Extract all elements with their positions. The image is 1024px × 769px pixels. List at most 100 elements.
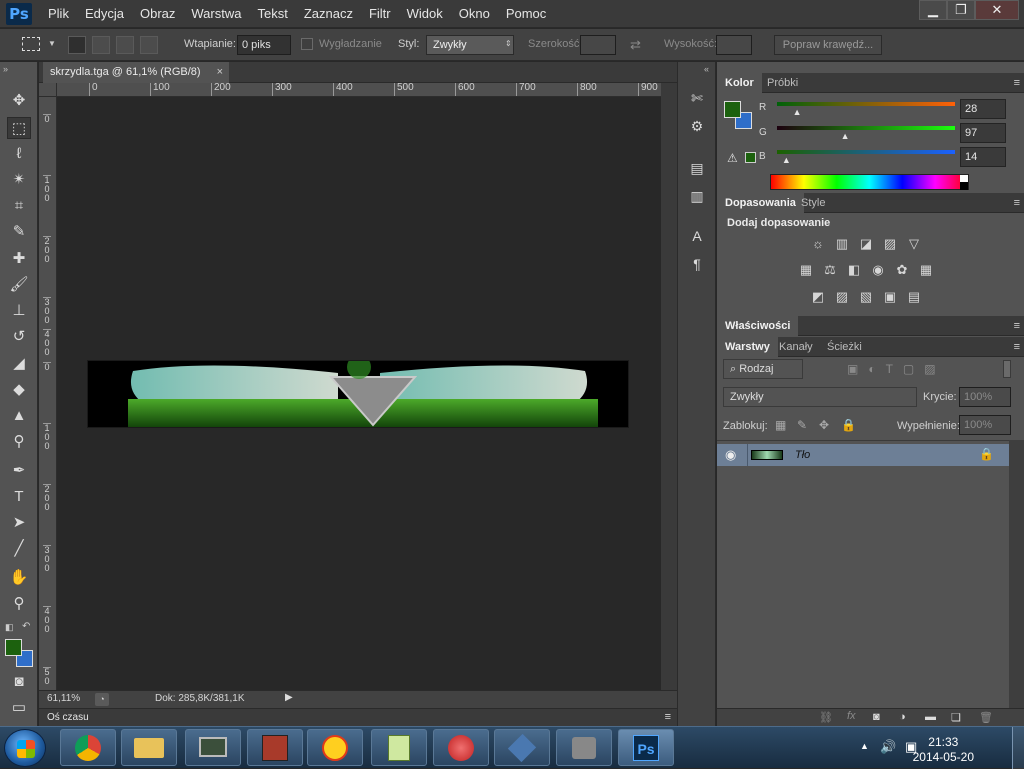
blur-tool-icon[interactable]: ▲ [7,405,31,427]
hue-saturation-icon[interactable]: ▦ [797,262,815,278]
rect-marquee-icon[interactable] [22,37,40,51]
photo-filter-icon[interactable]: ◉ [869,262,887,278]
tab-styles[interactable]: Style [793,193,833,213]
move-tool-icon[interactable]: ✥ [7,90,31,112]
dodge-tool-icon[interactable]: ⚲ [7,431,31,453]
layer-filter-icons[interactable]: ▣◐T▢▨ [847,362,946,376]
lasso-tool-icon[interactable]: ℓ [7,143,31,165]
eraser-tool-icon[interactable]: ◢ [7,353,31,375]
status-menu-arrow-icon[interactable]: ▶ [285,692,293,703]
tab-properties[interactable]: Właściwości [717,316,799,336]
style-select[interactable]: Zwykły [426,35,514,55]
channel-r-input[interactable]: 28 [960,99,1006,119]
vertical-scrollbar[interactable] [661,83,677,690]
layer-style-icon[interactable]: fx [847,710,856,722]
channel-b-knob[interactable]: ▲ [782,155,791,165]
opacity-input[interactable]: 100% [959,387,1011,407]
lock-pixels-icon[interactable]: ✎ [797,418,807,432]
panel-menu-icon[interactable]: ≡ [1014,197,1020,209]
tab-color[interactable]: Kolor [717,73,762,93]
subtract-selection-icon[interactable] [116,36,134,54]
status-options-icon[interactable]: ◔ [95,693,109,706]
start-button[interactable] [4,729,46,767]
tray-expand-icon[interactable]: ▲ [860,741,869,751]
menu-file[interactable]: Plik [40,0,77,28]
menu-filter[interactable]: Filtr [361,0,399,28]
channel-r-slider[interactable] [777,102,955,106]
taskbar-spiral-app[interactable] [433,729,489,766]
brightness-contrast-icon[interactable]: ☼ [809,236,827,252]
channel-mixer-icon[interactable]: ✿ [893,262,911,278]
restore-button[interactable]: ❐ [947,0,975,20]
foreground-color-swatch[interactable] [5,639,22,656]
menu-select[interactable]: Zaznacz [296,0,361,28]
swap-icon[interactable]: ⇄ [630,37,641,53]
add-selection-icon[interactable] [92,36,110,54]
panel-menu-icon[interactable]: ≡ [1014,320,1020,332]
vertical-ruler[interactable]: 0 1 0 0 2 0 0 3 0 0 4 0 0 0 1 0 0 2 0 0 … [39,97,57,690]
add-mask-icon[interactable]: ◙ [873,711,880,723]
vibrance-icon[interactable]: ▽ [905,236,923,252]
volume-icon[interactable]: 🔊 [880,739,896,755]
paint-bucket-tool-icon[interactable]: ◆ [7,379,31,401]
taskbar-photoshop[interactable]: Ps [618,729,674,766]
layer-filter-select[interactable]: ⌕ Rodzaj [723,359,803,379]
minimize-button[interactable]: ▁ [919,0,947,20]
gamut-warning-icon[interactable]: ⚠ [727,151,738,165]
path-selection-tool-icon[interactable]: ➤ [7,512,31,534]
levels-icon[interactable]: ▥ [833,236,851,252]
height-input[interactable] [716,35,752,55]
delete-layer-icon[interactable]: 🗑 [979,711,993,724]
black-white-icon[interactable]: ◧ [845,262,863,278]
filter-toggle[interactable] [1003,360,1011,378]
layers-scrollbar[interactable] [1009,440,1024,710]
swap-colors-icon[interactable]: ↶ [22,621,30,632]
layer-name[interactable]: Tło [795,449,810,461]
menu-edit[interactable]: Edycja [77,0,132,28]
menu-image[interactable]: Obraz [132,0,183,28]
system-clock[interactable]: 21:33 2014-05-20 [913,735,974,765]
quick-mask-icon[interactable]: ◙ [7,671,31,693]
posterize-icon[interactable]: ▨ [833,289,851,305]
curves-icon[interactable]: ◪ [857,236,875,252]
pen-tool-icon[interactable]: ✒ [7,460,31,482]
new-selection-icon[interactable] [68,36,86,54]
history-brush-tool-icon[interactable]: ↺ [7,326,31,348]
panel-menu-icon[interactable]: ≡ [1014,77,1020,89]
zoom-tool-icon[interactable]: ⚲ [7,593,31,615]
horizontal-ruler[interactable]: 0 100 200 300 400 500 600 700 800 900 [57,83,661,97]
taskbar-monitor[interactable] [185,729,241,766]
exposure-icon[interactable]: ▨ [881,236,899,252]
fill-input[interactable]: 100% [959,415,1011,435]
marquee-tool-icon[interactable]: ⬚ [7,117,31,139]
magic-wand-tool-icon[interactable]: ✴ [7,169,31,191]
taskbar-game[interactable] [247,729,303,766]
new-layer-icon[interactable]: ❏ [951,711,961,724]
web-safe-swatch[interactable] [745,152,756,163]
width-input[interactable] [580,35,616,55]
color-spectrum-bar[interactable] [770,174,969,190]
link-layers-icon[interactable]: ⛓ [819,711,833,724]
character-panel-icon[interactable]: A [686,226,708,246]
close-tab-icon[interactable]: × [217,62,223,83]
menu-type[interactable]: Tekst [249,0,295,28]
taskbar-explorer[interactable] [121,729,177,766]
taskbar-notepad[interactable] [371,729,427,766]
document-tab[interactable]: skrzydla.tga @ 61,1% (RGB/8) × [43,62,229,83]
color-foreground-swatch[interactable] [724,101,741,118]
collapse-toolbar-icon[interactable]: » [3,64,8,74]
invert-icon[interactable]: ◩ [809,289,827,305]
menu-layer[interactable]: Warstwa [183,0,249,28]
expand-panels-icon[interactable]: « [704,64,709,74]
tab-layers[interactable]: Warstwy [717,337,778,357]
default-colors-icon[interactable]: ◧ [5,622,14,633]
gradient-map-icon[interactable]: ▤ [905,289,923,305]
chevron-down-icon[interactable]: ▼ [48,39,56,48]
clone-stamp-tool-icon[interactable]: ⊥ [7,300,31,322]
type-tool-icon[interactable]: T [7,486,31,508]
timeline-panel[interactable]: Oś czasu ≡ [39,708,677,726]
color-balance-icon[interactable]: ⚖ [821,262,839,278]
menu-window[interactable]: Okno [451,0,498,28]
menu-help[interactable]: Pomoc [498,0,554,28]
new-adjustment-layer-icon[interactable]: ◑ [899,711,906,723]
